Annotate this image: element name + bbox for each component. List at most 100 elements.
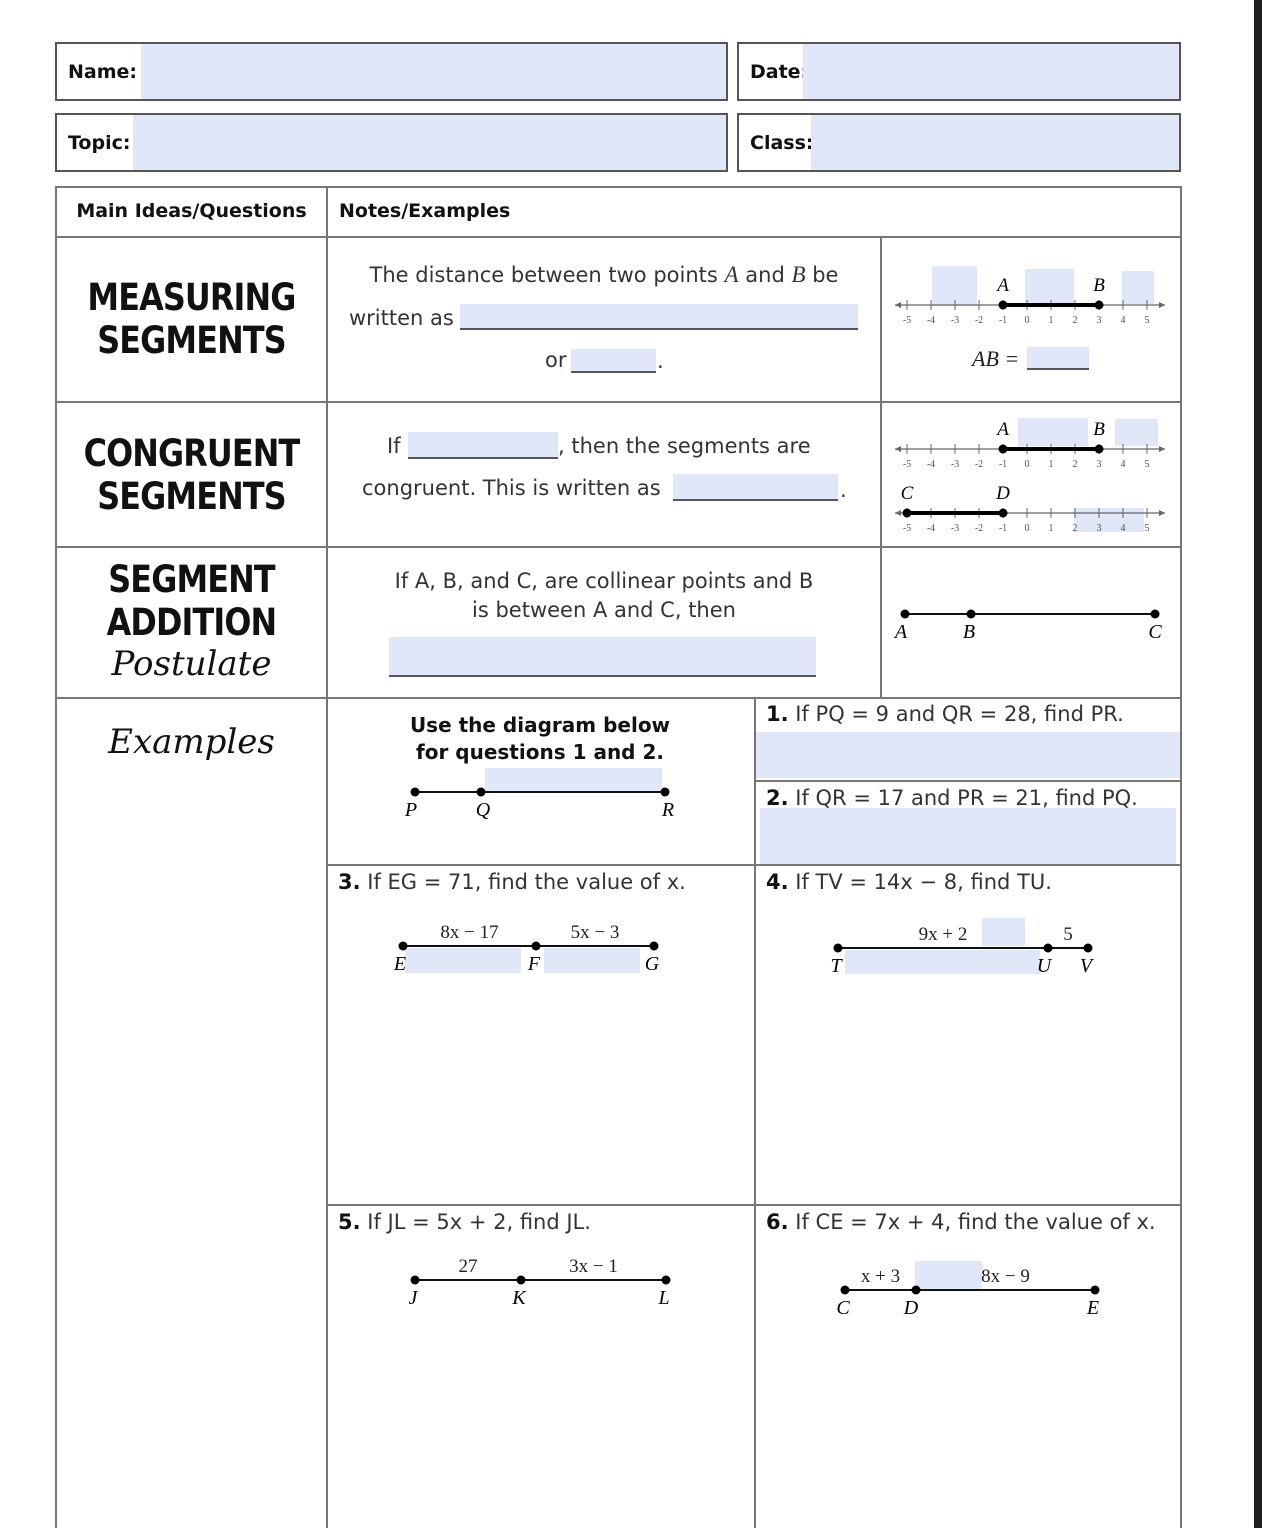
point-label: C [901,483,914,504]
question-4: 4. If TV = 14x − 8, find TU. [766,870,1052,894]
tick-label: -1 [999,523,1007,534]
point-label: E [1086,1297,1099,1319]
tick-label: -3 [951,459,959,470]
addition-text-line1: If A, B, and C, are collinear points and… [394,569,814,593]
var-b: B [791,262,806,287]
tick-label: 4 [1121,315,1126,326]
point-dot [661,1275,671,1285]
col-header-notes: Notes/Examples [339,200,511,222]
measuring-segments-title: MEASURING SEGMENTS [76,276,307,362]
topic-input[interactable] [133,115,726,170]
row-divider-addition [55,697,1182,699]
var-a: A [724,262,739,287]
tick-label: 2 [1073,523,1078,534]
question-text: If JL = 5x + 2, find JL. [360,1210,591,1234]
point-label: R [661,799,674,821]
question-5: 5. If JL = 5x + 2, find JL. [338,1210,591,1234]
point-dot [1043,943,1053,953]
endpoint [998,300,1008,310]
segment-length-label: 3x − 1 [569,1256,618,1277]
tick-label: 3 [1097,459,1102,470]
addition-text-line2: is between A and C, then [472,598,736,622]
point-dot [911,1285,921,1295]
question-number: 3. [338,870,361,894]
segment-abc-diagram: A B C [893,609,1162,643]
point-dot [966,609,976,619]
tick-label: -5 [903,315,911,326]
arrow-left-icon [895,302,901,308]
distance-notation-blank-2[interactable] [571,349,656,373]
segment-length-label: 8x − 9 [981,1266,1030,1287]
point-label: C [1148,621,1162,643]
tick-label: 5 [1145,459,1150,470]
point-label: V [1080,955,1095,977]
tick-label: 0 [1025,523,1030,534]
segment-cde-diagram: C D Ex + 3 8x − 9 [836,1266,1100,1319]
segment-addition-title: SEGMENT ADDITION [76,558,307,644]
tick-label: 4 [1121,459,1126,470]
tick-label: 4 [1121,523,1126,534]
point-dot [1083,943,1093,953]
point-label: G [645,953,660,975]
topic-field-box: Topic: [55,113,728,172]
title-line: SEGMENT [108,558,275,601]
scrollbar[interactable] [1254,0,1262,1528]
point-label: P [404,799,417,821]
then-text: , then the segments are [558,434,811,458]
point-label: A [893,621,908,643]
tick-label: 1 [1049,459,1054,470]
point-label: Q [476,799,491,821]
segment-tuv-diagram: T U V 9x + 2 5 [830,924,1095,977]
arrow-right-icon [1159,302,1165,308]
period: . [657,349,664,373]
question-2: 2. If QR = 17 and PR = 21, find PQ. [766,786,1138,810]
name-input[interactable] [141,44,726,99]
title-line: ADDITION [106,601,278,644]
tick-label: -5 [903,523,911,534]
table-border-top [55,186,1182,188]
point-label: C [836,1297,850,1319]
point-dot [516,1275,526,1285]
distance-notation-blank-1[interactable] [460,304,858,330]
tick-label: -5 [903,459,911,470]
question-2-answer-area[interactable] [760,808,1176,864]
tick-label: -3 [951,523,959,534]
point-label: A [995,419,1009,440]
segment-addition-blank[interactable] [389,637,816,677]
or-label: or [545,348,567,372]
question-1-answer-area[interactable] [756,732,1180,778]
table-border-left [55,186,57,1528]
point-dot [476,787,486,797]
point-label: U [1037,955,1053,977]
ab-length-blank[interactable] [1027,347,1089,370]
tick-label: 1 [1049,523,1054,534]
date-field-box: Date: [737,42,1181,101]
row-divider-congruent [55,546,1182,548]
congruent-notation-blank[interactable] [673,474,838,501]
point-dot [840,1285,850,1295]
segment-length-label: 5x − 3 [571,922,620,943]
period: . [840,478,847,502]
class-input[interactable] [811,115,1179,170]
congruent-segments-title: CONGRUENT SEGMENTS [76,432,307,518]
measuring-text-line1: The distance between two points A and B … [330,262,878,288]
arrow-left-icon [895,510,901,516]
if-label: If [387,434,401,458]
row-divider-header [55,236,1182,238]
point-dot [531,941,541,951]
question-text: If EG = 71, find the value of x. [360,870,686,894]
point-label: F [527,953,541,975]
col-divider-1 [326,186,328,1528]
date-input[interactable] [803,44,1179,99]
endpoint [1094,300,1104,310]
tick-label: 5 [1145,315,1150,326]
segment-efg-diagram: E F G 8x − 17 5x − 3 [393,922,660,975]
tick-label: -3 [951,315,959,326]
tick-label: 5 [1145,523,1150,534]
question-number: 4. [766,870,789,894]
congruent-condition-blank[interactable] [408,432,558,459]
point-dot [649,941,659,951]
tick-label: -1 [999,459,1007,470]
diagram-caption: Use the diagram below for questions 1 an… [330,712,750,766]
caption-line: for questions 1 and 2. [416,740,664,764]
